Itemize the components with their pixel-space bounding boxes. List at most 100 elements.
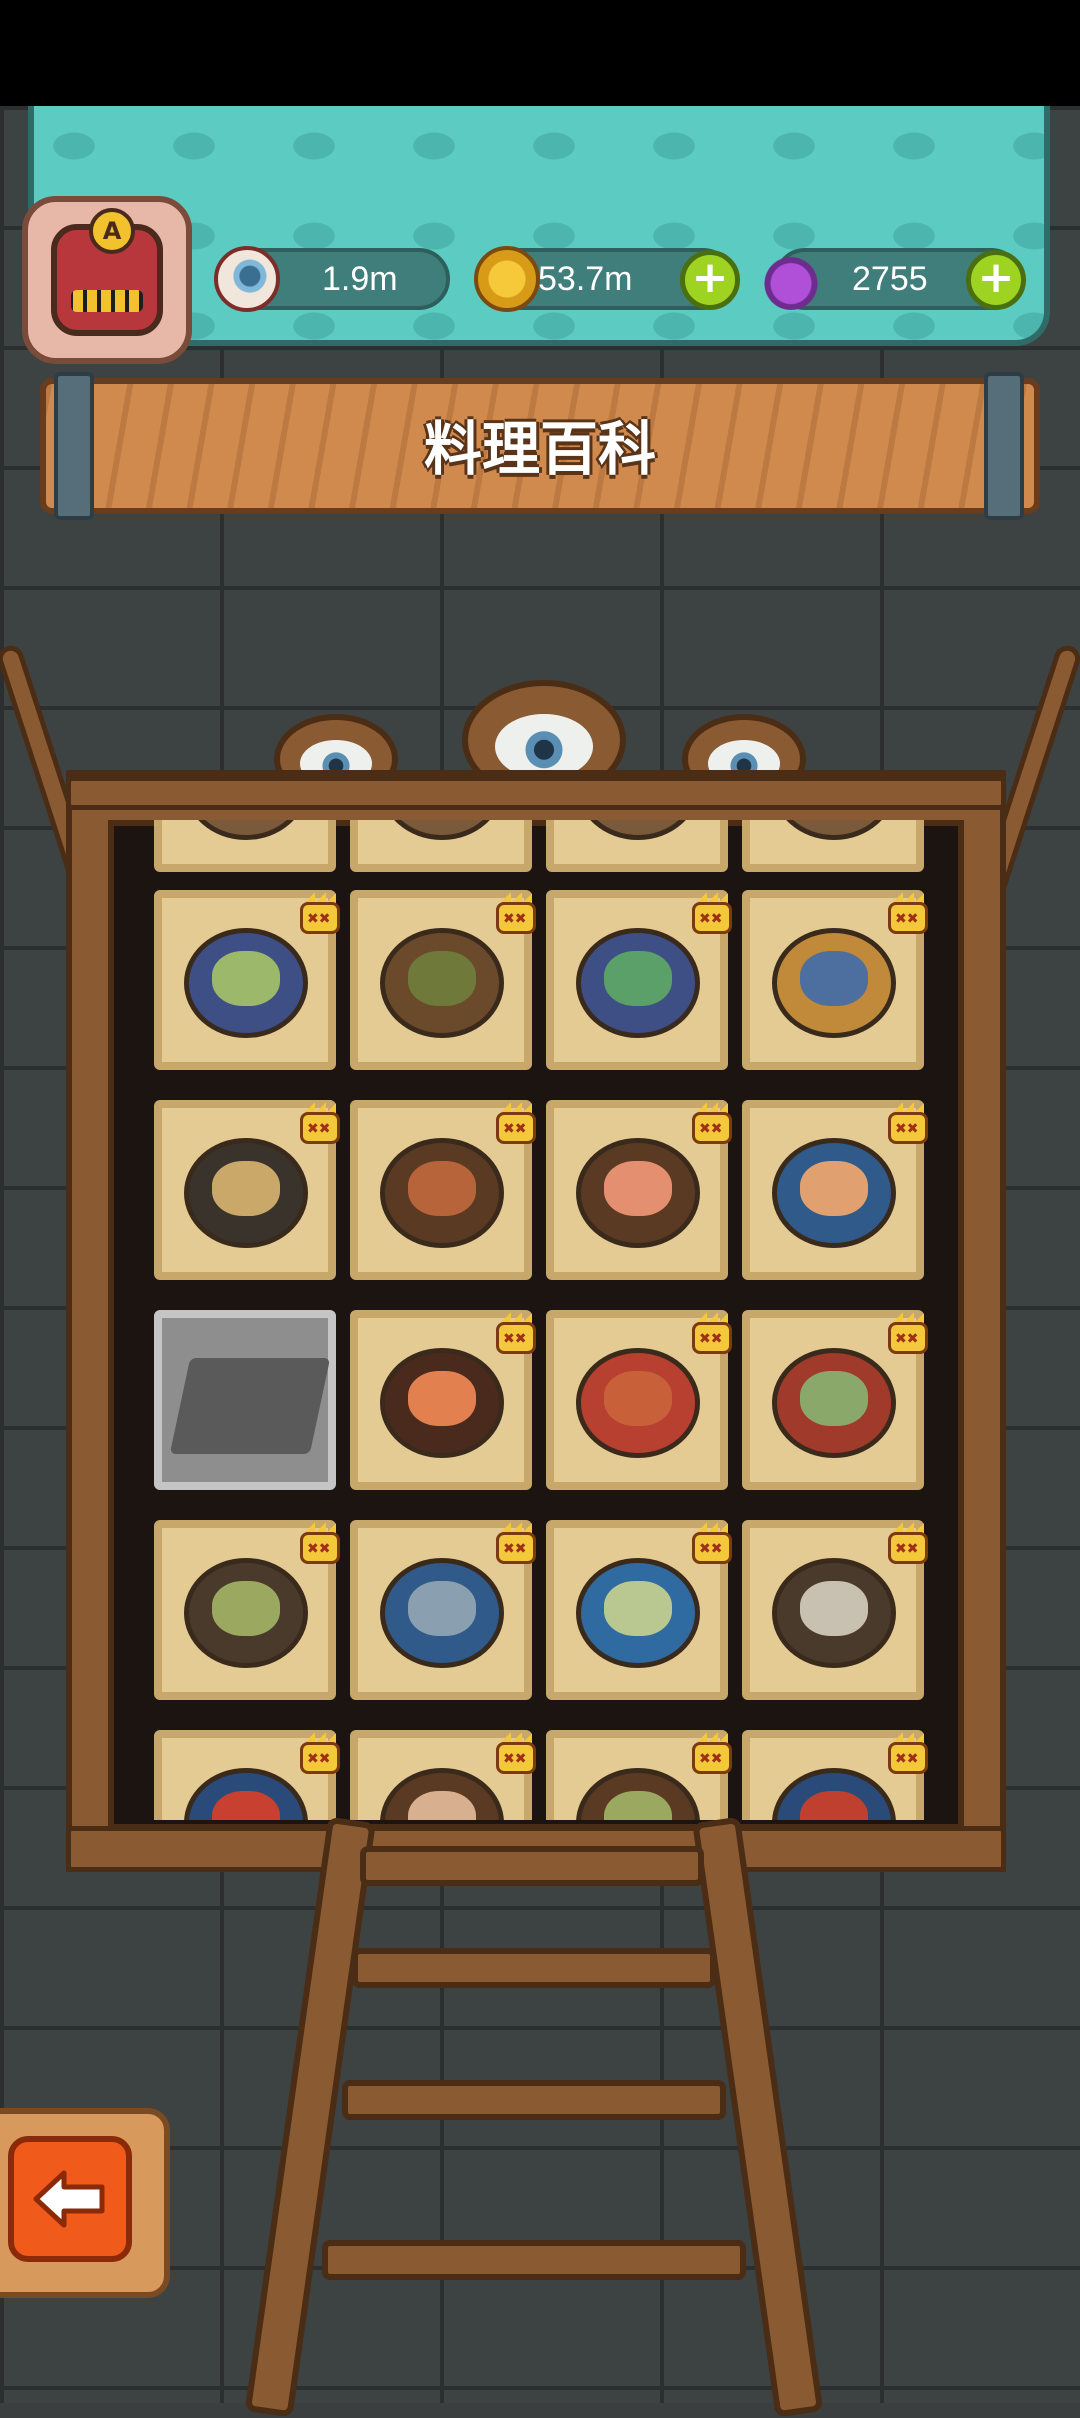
crown-badge-icon: ✖✖ [496,1312,536,1354]
coin-count: 53.7m [538,260,633,298]
dish-food [211,1161,281,1216]
crown-badge-icon: ✖✖ [496,892,536,934]
dish-food [211,1581,281,1636]
dish-slot[interactable]: ✖✖ [742,1310,928,1490]
monster-avatar-icon: A [51,208,163,336]
dish-slot[interactable]: ✖✖ [546,1100,732,1280]
dish-slot[interactable]: ✖✖ [742,890,928,1070]
crown-badge-icon: ✖✖ [300,1102,340,1144]
dish-plate-icon [576,1138,700,1248]
dish-slot[interactable]: ✖✖ [350,1730,536,1820]
dish-food [603,1161,673,1216]
crown-badge-icon: ✖✖ [300,1522,340,1564]
dish-food [799,1161,869,1216]
dish-plate-icon [380,1768,504,1820]
back-arrow-icon [33,2170,105,2228]
dish-slot[interactable]: ✖✖ [546,820,728,872]
locked-dish-slot[interactable] [154,1310,336,1490]
dish-slot[interactable]: ✖✖ [350,1520,536,1700]
dish-grid[interactable]: ✖✖✖✖✖✖✖✖✖✖✖✖✖✖✖✖✖✖✖✖✖✖✖✖✖✖✖✖✖✖✖✖✖✖✖✖✖✖✖✖… [142,820,938,1820]
dish-plate-icon [576,1348,700,1458]
crown-badge-icon: ✖✖ [692,1102,732,1144]
dish-plate-icon [772,1138,896,1248]
crown-badge-icon: ✖✖ [888,1102,928,1144]
dish-slot[interactable]: ✖✖ [350,890,536,1070]
dish-food [799,1371,869,1426]
dish-food [603,1371,673,1426]
eyeball-count: 1.9m [322,260,398,298]
dish-plate-icon [380,1348,504,1458]
crown-badge-icon: ✖✖ [692,892,732,934]
dish-plate-icon [184,1768,308,1820]
dish-food [407,951,477,1006]
dish-food [211,951,281,1006]
dish-food [407,1161,477,1216]
crown-badge-icon: ✖✖ [300,892,340,934]
crown-badge-icon: ✖✖ [888,892,928,934]
crown-badge-icon: ✖✖ [888,1312,928,1354]
add-coins-button[interactable]: + [680,250,740,310]
dish-slot[interactable]: ✖✖ [154,820,336,872]
dish-slot[interactable]: ✖✖ [154,1100,340,1280]
crown-badge-icon: ✖✖ [692,1732,732,1774]
dish-slot[interactable]: ✖✖ [154,890,340,1070]
dish-plate-icon [380,928,504,1038]
dish-slot[interactable]: ✖✖ [350,1310,536,1490]
back-button-frame [0,2108,170,2298]
dish-food [799,1791,869,1820]
coin-icon [474,246,540,312]
dish-slot[interactable]: ✖✖ [742,1520,928,1700]
ladder-rung [360,1846,704,1886]
dish-slot[interactable]: ✖✖ [154,1520,340,1700]
locked-dish-silhouette [169,1358,331,1454]
dish-plate-icon [576,820,700,840]
dish-food [799,1581,869,1636]
dish-food [407,1791,477,1820]
dish-food [603,1581,673,1636]
add-potions-button[interactable]: + [966,250,1026,310]
status-bar [0,0,1080,106]
crown-badge-icon: ✖✖ [300,1732,340,1774]
dish-food [407,1581,477,1636]
dish-slot[interactable]: ✖✖ [546,1310,732,1490]
crown-badge-icon: ✖✖ [888,1732,928,1774]
monster-teeth [71,290,143,312]
ladder-rung [342,2080,726,2120]
dish-food [603,1791,673,1820]
dish-food [603,951,673,1006]
player-avatar[interactable]: A [22,196,192,364]
dish-plate-icon [772,928,896,1038]
dish-plate-icon [772,820,896,840]
dish-slot[interactable]: ✖✖ [350,820,532,872]
dish-slot[interactable]: ✖✖ [154,1730,340,1820]
dish-slot[interactable]: ✖✖ [742,1100,928,1280]
dish-slot[interactable]: ✖✖ [546,1520,732,1700]
dish-food [407,1371,477,1426]
dish-plate-icon [184,1558,308,1668]
dish-slot[interactable]: ✖✖ [546,1730,732,1820]
dish-plate-icon [576,1768,700,1820]
back-button[interactable] [8,2136,132,2262]
dish-plate-icon [380,1558,504,1668]
crown-badge-icon: ✖✖ [692,1522,732,1564]
page-title: 料理百科 [423,415,656,483]
dish-slot[interactable]: ✖✖ [742,820,924,872]
potion-icon [758,244,824,310]
crown-badge-icon: ✖✖ [496,1102,536,1144]
dish-food [799,951,869,1006]
crown-badge-icon: ✖✖ [692,1312,732,1354]
crown-badge-icon: ✖✖ [496,1732,536,1774]
potion-count: 2755 [852,260,928,298]
dish-plate-icon [380,1138,504,1248]
dish-slot[interactable]: ✖✖ [742,1730,928,1820]
dish-slot[interactable]: ✖✖ [546,890,732,1070]
dish-slot[interactable]: ✖✖ [350,1100,536,1280]
dish-plate-icon [772,1348,896,1458]
ladder-rung [352,1948,716,1988]
dish-plate-icon [576,928,700,1038]
dish-food [211,1791,281,1820]
dish-plate-icon [772,1558,896,1668]
dish-plate-icon [772,1768,896,1820]
dish-plate-icon [380,820,504,840]
rank-badge: A [89,208,135,254]
